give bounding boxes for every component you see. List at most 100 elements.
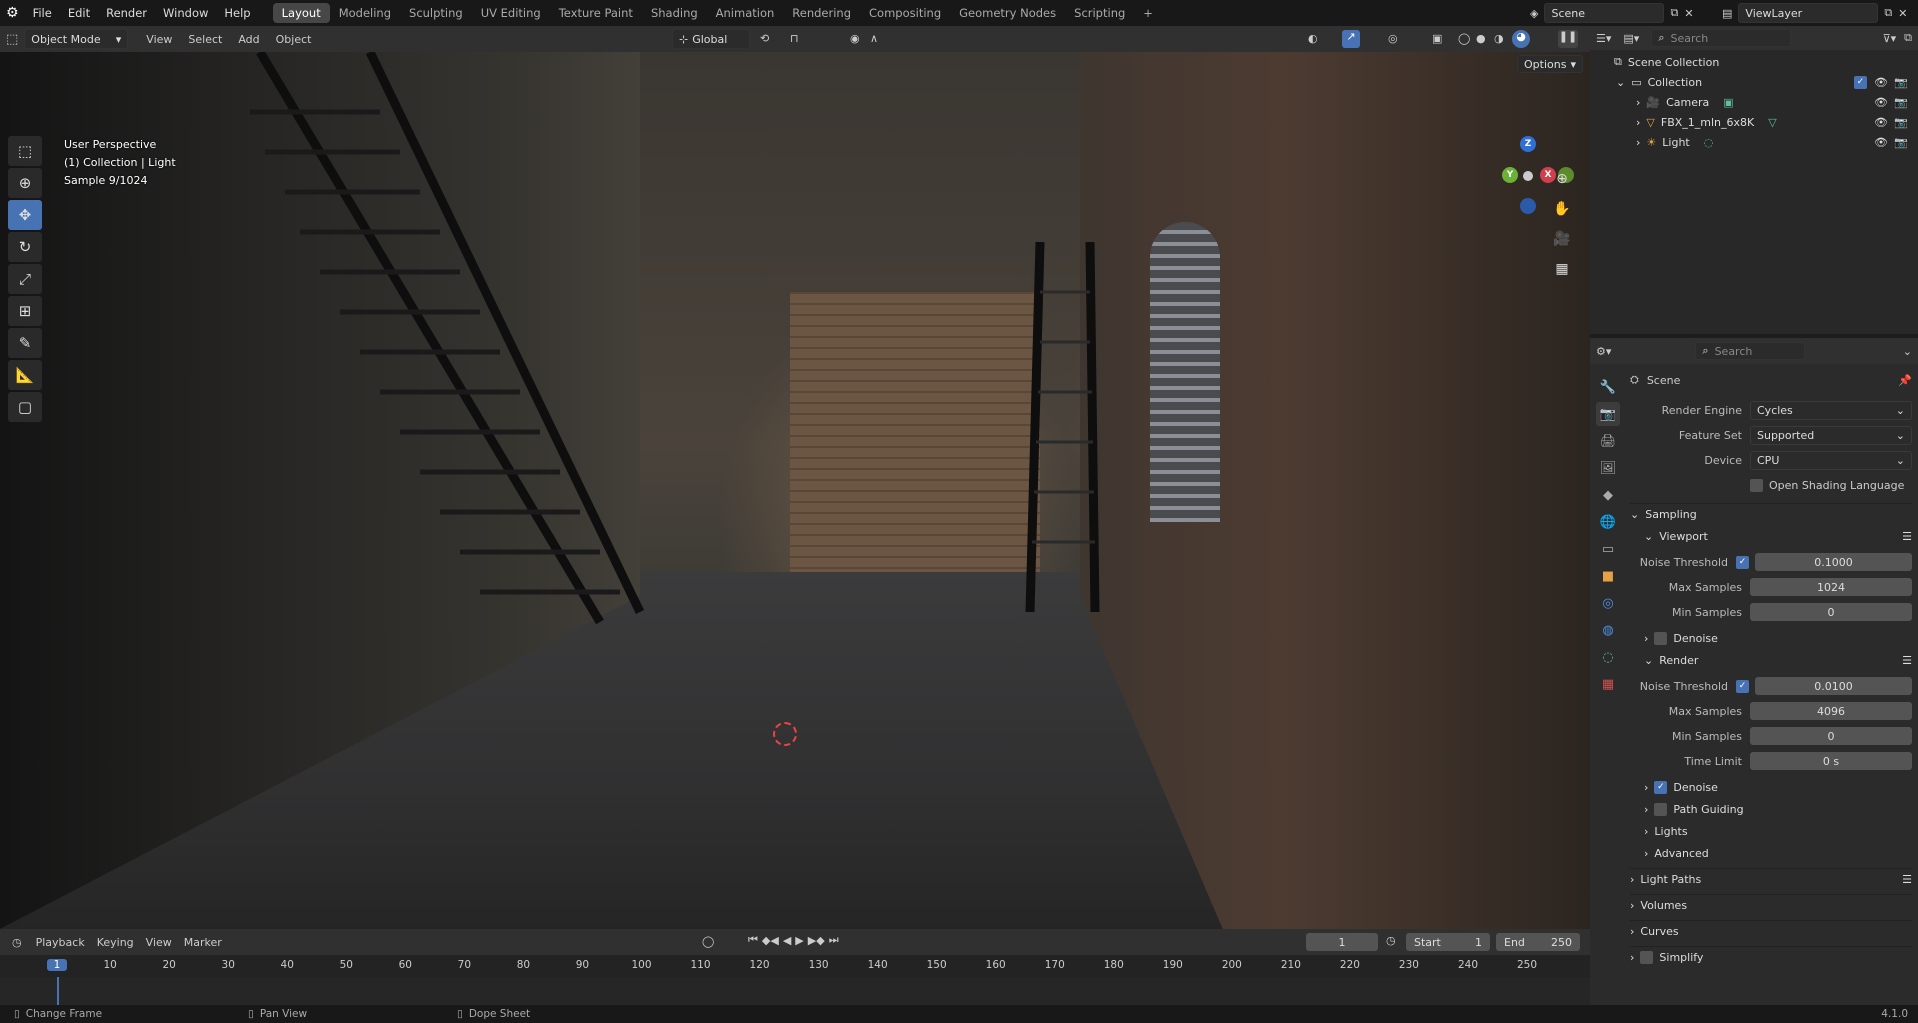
list-menu-icon[interactable]: ☰ — [1902, 530, 1912, 543]
editor-type-icon[interactable]: ⬚ — [6, 32, 18, 47]
vp-denoise-checkbox[interactable] — [1654, 631, 1668, 645]
advanced-subsection[interactable]: › Advanced — [1630, 842, 1912, 864]
list-menu-icon[interactable]: ☰ — [1902, 654, 1912, 667]
menu-keying[interactable]: Keying — [91, 936, 140, 949]
menu-playback[interactable]: Playback — [30, 936, 91, 949]
next-keyframe-icon[interactable]: ▶◆ — [808, 934, 825, 947]
preview-range-icon[interactable]: ◷ — [1386, 934, 1396, 947]
transform-orientation-dropdown[interactable]: ⊹ Global — [672, 29, 750, 49]
object-tab-icon[interactable]: ■ — [1596, 564, 1620, 588]
camera-render-icon[interactable]: 📷 — [1894, 96, 1908, 109]
menu-file[interactable]: File — [25, 6, 60, 20]
outliner-item[interactable]: ⌄ ▭ Collection ✓ 👁 📷 — [1590, 72, 1918, 92]
y-axis[interactable]: Y — [1502, 167, 1518, 183]
camera-view-icon[interactable]: 🎥 — [1549, 226, 1575, 252]
path-guiding-checkbox[interactable] — [1654, 802, 1668, 816]
pivot-icon[interactable]: ⟲ — [760, 32, 769, 45]
overlay-toggle-icon[interactable]: ◎ — [1388, 32, 1398, 45]
outliner-item[interactable]: › ☀ Light ◌ 👁 📷 — [1590, 132, 1918, 152]
neg-z-axis[interactable] — [1520, 198, 1536, 214]
outliner-editor-icon[interactable]: ☰▾ — [1596, 32, 1611, 45]
rendered-shading-icon[interactable]: ◕ — [1512, 30, 1530, 48]
wireframe-shading-icon[interactable]: ◯ — [1458, 32, 1470, 45]
physics-tab-icon[interactable]: ◍ — [1596, 618, 1620, 642]
vp-noise-checkbox[interactable]: ✓ — [1736, 555, 1749, 569]
scale-tool-icon[interactable]: ⤢ — [8, 264, 42, 294]
eye-icon[interactable]: 👁 — [1874, 96, 1888, 109]
view-layer-tab-icon[interactable]: 🖼 — [1596, 456, 1620, 480]
tab-uv-editing[interactable]: UV Editing — [472, 3, 550, 23]
light-paths-section[interactable]: › Light Paths ☰ — [1630, 868, 1912, 890]
zoom-icon[interactable]: ⊕ — [1549, 166, 1575, 192]
pin-icon[interactable]: 📌 — [1898, 374, 1912, 387]
3d-viewport[interactable]: ⬚ ⊕ ✥ ↻ ⤢ ⊞ ✎ 📐 ▢ User Perspective (1) C… — [0, 52, 1590, 929]
r-noise-checkbox[interactable]: ✓ — [1736, 679, 1749, 693]
tool-tab-icon[interactable]: 🔧 — [1596, 375, 1620, 399]
menu-add[interactable]: Add — [230, 33, 267, 46]
tab-animation[interactable]: Animation — [707, 3, 784, 23]
tab-geometry-nodes[interactable]: Geometry Nodes — [950, 3, 1065, 23]
3d-cursor[interactable] — [773, 722, 797, 746]
tab-compositing[interactable]: Compositing — [860, 3, 950, 23]
scene-icon[interactable]: ◈ — [1530, 7, 1538, 20]
volumes-section[interactable]: › Volumes — [1630, 894, 1912, 916]
modifiers-tab-icon[interactable]: ◎ — [1596, 591, 1620, 615]
outliner-item[interactable]: ⧉ Scene Collection — [1590, 52, 1918, 72]
menu-render[interactable]: Render — [98, 6, 155, 20]
menu-edit[interactable]: Edit — [60, 6, 98, 20]
pan-hand-icon[interactable]: ✋ — [1549, 196, 1575, 222]
timeline-ruler[interactable]: 1 10 20 30 40 50 60 70 80 90 100 110 120 130 140 150 160… — [0, 955, 1590, 977]
render-engine-dropdown[interactable]: Cycles ⌄ — [1750, 400, 1912, 420]
mode-dropdown[interactable]: Object Mode ▾ — [24, 29, 129, 49]
menu-view-timeline[interactable]: View — [140, 936, 178, 949]
timeline-track[interactable] — [0, 977, 1590, 1005]
new-collection-icon[interactable]: ⧉ — [1904, 31, 1912, 45]
tab-rendering[interactable]: Rendering — [783, 3, 860, 23]
r-time-field[interactable]: 0 s — [1750, 752, 1912, 770]
vp-noise-field[interactable]: 0.1000 — [1755, 553, 1912, 571]
snap-icon[interactable]: ⊓ — [790, 32, 799, 45]
camera-render-icon[interactable]: 📷 — [1894, 116, 1908, 129]
outliner-item[interactable]: › ▽ FBX_1_mln_6x8K ▽ 👁 📷 — [1590, 112, 1918, 132]
camera-render-icon[interactable]: 📷 — [1894, 76, 1908, 89]
timeline-editor-icon[interactable]: ◷ — [12, 936, 22, 949]
properties-editor-icon[interactable]: ⚙▾ — [1596, 345, 1611, 358]
tab-shading[interactable]: Shading — [642, 3, 707, 23]
select-box-icon[interactable]: ⬚ — [8, 136, 42, 166]
lights-subsection[interactable]: › Lights — [1630, 820, 1912, 842]
current-frame-field[interactable]: 1 — [1306, 933, 1378, 951]
prev-keyframe-icon[interactable]: ◆◀ — [762, 934, 779, 947]
new-scene-icon[interactable]: ⧉ — [1670, 6, 1678, 20]
tab-scripting[interactable]: Scripting — [1065, 3, 1134, 23]
delete-scene-icon[interactable]: ✕ — [1684, 7, 1693, 20]
menu-marker[interactable]: Marker — [178, 936, 228, 949]
chevron-down-icon[interactable]: ⌄ — [1903, 345, 1912, 358]
vp-denoise-subsection[interactable]: › Denoise — [1630, 627, 1912, 649]
render-tab-icon[interactable]: 📷 — [1596, 402, 1620, 426]
auto-key-icon[interactable]: ◯ — [702, 935, 714, 948]
path-guiding-subsection[interactable]: › Path Guiding — [1630, 798, 1912, 820]
add-cube-tool-icon[interactable]: ▢ — [8, 392, 42, 422]
properties-search[interactable]: ⌕ Search — [1695, 342, 1806, 360]
eye-icon[interactable]: 👁 — [1874, 136, 1888, 149]
display-mode-icon[interactable]: ▤▾ — [1623, 32, 1639, 45]
pause-render-icon[interactable]: ❚❚ — [1558, 30, 1578, 48]
outliner-item[interactable]: › 🎥 Camera ▣ 👁 📷 — [1590, 92, 1918, 112]
simplify-section[interactable]: › Simplify — [1630, 946, 1912, 968]
vp-min-field[interactable]: 0 — [1750, 603, 1912, 621]
transform-tool-icon[interactable]: ⊞ — [8, 296, 42, 326]
measure-tool-icon[interactable]: 📐 — [8, 360, 42, 390]
feature-set-dropdown[interactable]: Supported ⌄ — [1750, 425, 1912, 445]
new-viewlayer-icon[interactable]: ⧉ — [1884, 6, 1892, 20]
blender-logo-icon[interactable]: ⚙ — [6, 5, 19, 21]
menu-object[interactable]: Object — [268, 33, 320, 46]
filter-icon[interactable]: ⊽▾ — [1883, 32, 1897, 45]
collection-tab-icon[interactable]: ▭ — [1596, 537, 1620, 561]
curves-section[interactable]: › Curves — [1630, 920, 1912, 942]
cursor-tool-icon[interactable]: ⊕ — [8, 168, 42, 198]
output-tab-icon[interactable]: 🖨 — [1596, 429, 1620, 453]
viewlayer-field[interactable]: ViewLayer — [1738, 3, 1879, 23]
eye-icon[interactable]: 👁 — [1874, 116, 1888, 129]
camera-render-icon[interactable]: 📷 — [1894, 136, 1908, 149]
exclude-checkbox[interactable]: ✓ — [1854, 75, 1867, 89]
